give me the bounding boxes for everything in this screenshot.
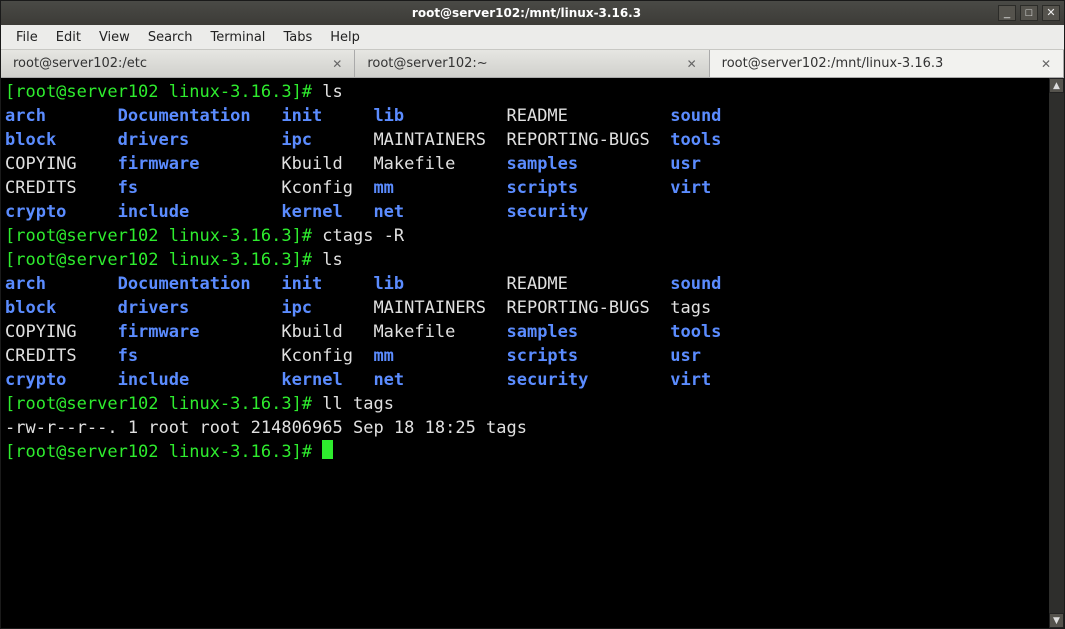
close-icon[interactable]: ✕ (330, 57, 344, 71)
terminal-output[interactable]: [root@server102 linux-3.16.3]# lsarchDoc… (1, 78, 1049, 628)
scrollbar[interactable]: ▲ ▼ (1049, 78, 1064, 628)
close-icon[interactable]: ✕ (1039, 57, 1053, 71)
tab-home[interactable]: root@server102:~ ✕ (355, 50, 709, 77)
maximize-button[interactable]: □ (1020, 5, 1038, 21)
tab-label: root@server102:/etc (13, 56, 147, 71)
terminal-wrap: [root@server102 linux-3.16.3]# lsarchDoc… (1, 78, 1064, 628)
menu-search[interactable]: Search (139, 27, 202, 48)
tab-label: root@server102:/mnt/linux-3.16.3 (722, 56, 944, 71)
menu-tabs[interactable]: Tabs (274, 27, 321, 48)
terminal-window: root@server102:/mnt/linux-3.16.3 _ □ ✕ F… (0, 0, 1065, 629)
menu-file[interactable]: File (7, 27, 47, 48)
close-button[interactable]: ✕ (1042, 5, 1060, 21)
window-controls: _ □ ✕ (998, 5, 1060, 21)
tabbar: root@server102:/etc ✕ root@server102:~ ✕… (1, 50, 1064, 78)
window-title: root@server102:/mnt/linux-3.16.3 (55, 6, 998, 20)
minimize-button[interactable]: _ (998, 5, 1016, 21)
tab-label: root@server102:~ (367, 56, 487, 71)
close-icon[interactable]: ✕ (685, 57, 699, 71)
menu-view[interactable]: View (90, 27, 139, 48)
scroll-down-button[interactable]: ▼ (1049, 613, 1064, 628)
menubar: File Edit View Search Terminal Tabs Help (1, 25, 1064, 50)
scroll-up-button[interactable]: ▲ (1049, 78, 1064, 93)
tab-etc[interactable]: root@server102:/etc ✕ (1, 50, 355, 77)
titlebar[interactable]: root@server102:/mnt/linux-3.16.3 _ □ ✕ (1, 1, 1064, 25)
cursor (322, 440, 333, 459)
menu-edit[interactable]: Edit (47, 27, 90, 48)
scroll-track[interactable] (1049, 93, 1064, 613)
menu-help[interactable]: Help (321, 27, 369, 48)
tab-linux[interactable]: root@server102:/mnt/linux-3.16.3 ✕ (710, 50, 1064, 77)
menu-terminal[interactable]: Terminal (201, 27, 274, 48)
